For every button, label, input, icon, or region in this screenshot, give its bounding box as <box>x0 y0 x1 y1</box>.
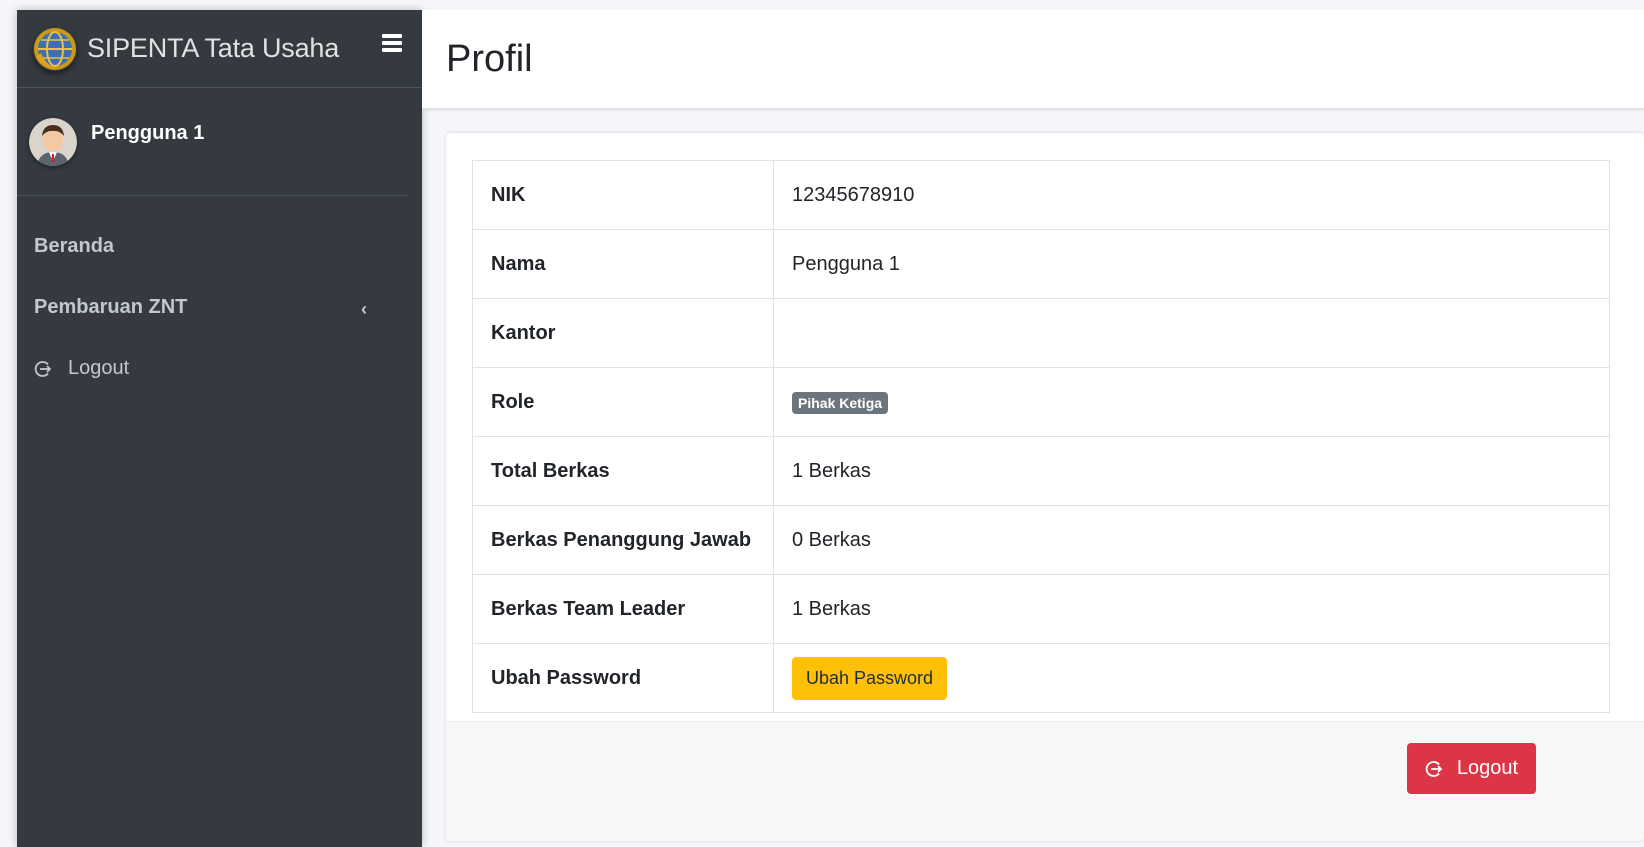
row-value: 1 Berkas <box>773 436 1610 506</box>
brand-link[interactable]: SIPENTA Tata Usaha <box>17 10 422 88</box>
row-key: Ubah Password <box>472 643 774 713</box>
user-panel: Pengguna 1 <box>17 88 408 196</box>
logout-button-label: Logout <box>1456 757 1518 779</box>
sidebar-item-label: Beranda <box>34 235 115 257</box>
table-row: Kantor <box>472 298 1610 368</box>
profile-card: NIK 12345678910 Nama Pengguna 1 Kantor R… <box>446 133 1644 841</box>
logout-icon <box>1425 760 1443 777</box>
table-row: NIK 12345678910 <box>472 160 1610 230</box>
brand-title: SIPENTA Tata Usaha <box>87 33 340 63</box>
sidebar: SIPENTA Tata Usaha Pengguna 1 Beranda Pe… <box>17 10 422 847</box>
row-value: Pihak Ketiga <box>773 367 1610 437</box>
row-value: 1 Berkas <box>773 574 1610 644</box>
role-badge: Pihak Ketiga <box>792 391 889 414</box>
row-key: Nama <box>472 229 774 299</box>
profile-table: NIK 12345678910 Nama Pengguna 1 Kantor R… <box>472 160 1610 713</box>
row-key: Role <box>472 367 774 437</box>
page-title: Profil <box>446 38 533 80</box>
change-password-button[interactable]: Ubah Password <box>792 656 948 700</box>
table-row: Total Berkas 1 Berkas <box>472 436 1610 506</box>
card-footer: Logout <box>446 721 1644 841</box>
globe-logo-icon <box>33 27 77 71</box>
content-header: Profil <box>422 10 1644 110</box>
row-key: Total Berkas <box>472 436 774 506</box>
logout-icon <box>34 360 52 377</box>
chevron-left-icon: ‹ <box>361 299 367 319</box>
row-value: 0 Berkas <box>773 505 1610 575</box>
table-row: Nama Pengguna 1 <box>472 229 1610 299</box>
sidebar-nav: Beranda Pembaruan ZNT ‹ Logout <box>17 196 422 399</box>
menu-toggle-icon[interactable] <box>382 34 402 52</box>
row-key: Berkas Team Leader <box>472 574 774 644</box>
sidebar-item-logout[interactable]: Logout <box>17 338 422 399</box>
sidebar-item-label: Logout <box>68 357 130 379</box>
user-name[interactable]: Pengguna 1 <box>91 122 204 145</box>
table-row: Berkas Team Leader 1 Berkas <box>472 574 1610 644</box>
sidebar-item-beranda[interactable]: Beranda <box>17 216 422 277</box>
row-key: NIK <box>472 160 774 230</box>
table-row: Berkas Penanggung Jawab 0 Berkas <box>472 505 1610 575</box>
row-key: Berkas Penanggung Jawab <box>472 505 774 575</box>
row-value: Pengguna 1 <box>773 229 1610 299</box>
avatar[interactable] <box>29 118 77 166</box>
card-body: NIK 12345678910 Nama Pengguna 1 Kantor R… <box>472 160 1610 713</box>
row-value: 12345678910 <box>773 160 1610 230</box>
sidebar-item-pembaruan-znt[interactable]: Pembaruan ZNT ‹ <box>17 277 422 338</box>
table-row: Role Pihak Ketiga <box>472 367 1610 437</box>
table-row: Ubah Password Ubah Password <box>472 643 1610 713</box>
logout-button[interactable]: Logout <box>1406 743 1536 794</box>
row-value <box>773 298 1610 368</box>
sidebar-item-label: Pembaruan ZNT <box>34 296 188 318</box>
row-value: Ubah Password <box>773 643 1610 713</box>
row-key: Kantor <box>472 298 774 368</box>
